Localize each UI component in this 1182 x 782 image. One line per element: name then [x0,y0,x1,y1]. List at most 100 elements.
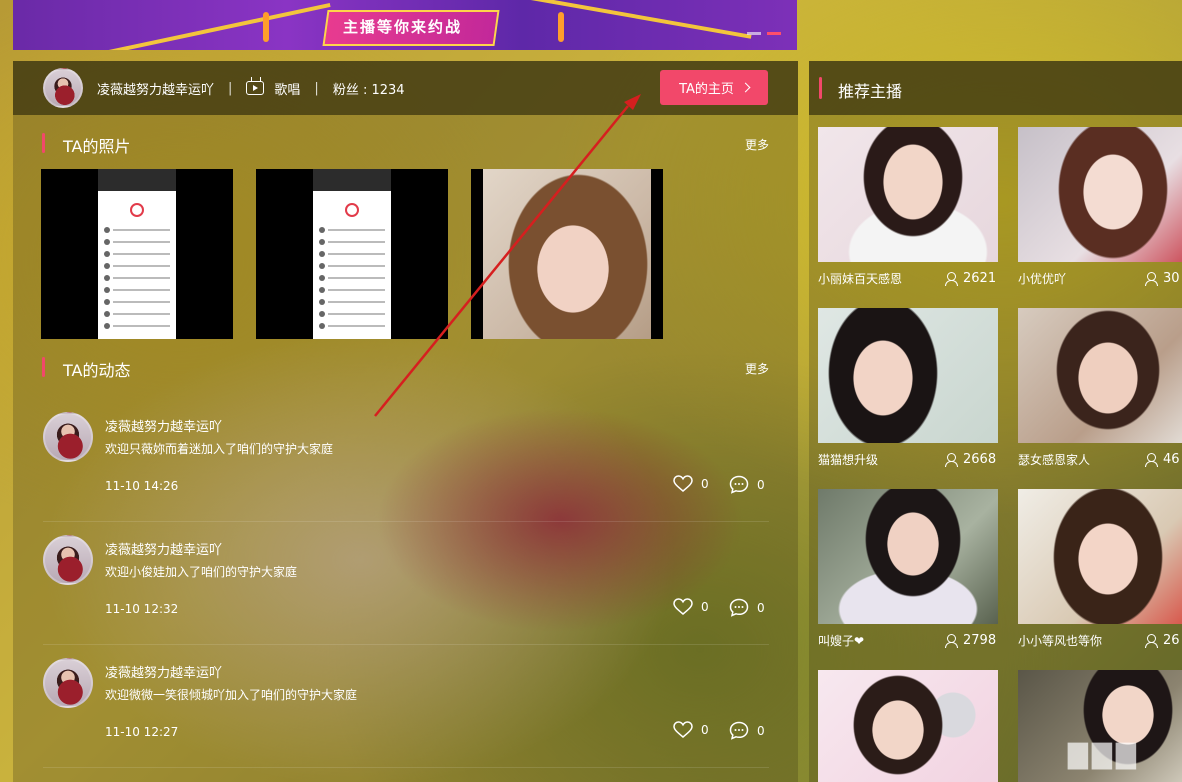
anchor-fans: 26 [1145,633,1180,648]
anchor-card[interactable]: 瑟女感恩家人 46 [1018,308,1182,467]
photo-thumbnail[interactable] [471,169,663,339]
anchor-fans: 2621 [945,271,996,286]
avatar[interactable] [43,658,93,708]
anchor-card[interactable]: 猫猫想升级 2668 [818,308,998,467]
profile-name: 凌薇越努力越幸运吖 [97,82,215,98]
feed-more-link[interactable]: 更多 [745,360,769,377]
feed-author[interactable]: 凌薇越努力越幸运吖 [105,662,222,681]
anchor-thumbnail [1018,308,1182,443]
anchor-fans: 2798 [945,633,996,648]
anchor-card[interactable]: 小优优吖 30 [1018,127,1182,286]
feed-author[interactable]: 凌薇越努力越幸运吖 [105,539,222,558]
section-marker [42,357,45,377]
anchor-card[interactable]: 叫嫂子❤ 2798 [818,489,998,648]
feed-message: 欢迎小俊娃加入了咱们的守护大家庭 [105,565,298,579]
divider: | [228,80,233,96]
homepage-button-label: TA的主页 [679,82,734,97]
anchor-name: 猫猫想升级 [818,453,879,467]
profile-header: 凌薇越努力越幸运吖 | 歌唱 | 粉丝 : 1234 TA的主页 [13,61,798,115]
fans-count: 2798 [963,633,997,648]
anchor-name: 瑟女感恩家人 [1018,453,1091,467]
recommend-title: 推荐主播 [838,82,903,101]
anchor-card[interactable]: 小丽妹百天感恩 2621 [818,127,998,286]
photo-thumbnail[interactable] [41,169,233,339]
photos-title: TA的照片 [63,137,131,156]
screenshot-image [98,169,176,339]
divider: | [314,80,319,96]
comment-button[interactable]: 0 [729,475,765,494]
feed-time: 11-10 12:32 [105,602,179,616]
photo-thumbnail[interactable] [256,169,448,339]
anchor-thumbnail [818,670,998,782]
comment-button[interactable]: 0 [729,721,765,740]
heart-icon [673,475,693,492]
photos-more-link[interactable]: 更多 [745,136,769,153]
avatar[interactable] [43,68,83,108]
anchor-fans: 30 [1145,271,1180,286]
user-icon [1145,272,1158,286]
user-icon [945,453,958,467]
anchor-thumbnail [818,308,998,443]
site-watermark: ▇▇▇ [1068,740,1140,770]
profile-fans: 粉丝 : 1234 [332,82,405,98]
anchor-thumbnail [818,127,998,262]
like-button[interactable]: 0 [673,598,709,616]
comment-count: 0 [757,600,765,615]
feed-item: 凌薇越努力越幸运吖 欢迎只薇妳而着迷加入了咱们的守护大家庭 11-10 14:2… [43,412,769,522]
feed-message: 欢迎只薇妳而着迷加入了咱们的守护大家庭 [105,442,334,456]
like-count: 0 [701,600,709,614]
anchor-thumbnail [1018,127,1182,262]
user-icon [1145,634,1158,648]
user-icon [945,272,958,286]
banner-decoration [558,12,564,42]
anchor-name: 小丽妹百天感恩 [818,272,903,286]
feed-item: 凌薇越努力越幸运吖 欢迎微微一笑很倾城吖加入了咱们的守护大家庭 11-10 12… [43,658,769,768]
anchor-name: 叫嫂子❤ [818,634,865,648]
banner-dot-active[interactable] [767,32,781,35]
like-button[interactable]: 0 [673,721,709,739]
comment-button[interactable]: 0 [729,598,765,617]
anchor-thumbnail [818,489,998,624]
comment-icon [729,721,749,740]
screenshot-image [313,169,391,339]
homepage-button[interactable]: TA的主页 [660,70,768,105]
banner-stripe [514,0,752,39]
photos-section-header: TA的照片 更多 [13,131,798,156]
feed-item: 凌薇越努力越幸运吖 欢迎小俊娃加入了咱们的守护大家庭 11-10 12:32 0… [43,535,769,645]
fans-count: 2668 [963,452,997,467]
like-count: 0 [701,477,709,491]
section-marker [819,77,822,99]
feed-title: TA的动态 [63,361,131,380]
comment-icon [729,475,749,494]
comment-count: 0 [757,723,765,738]
banner-pagination[interactable] [747,32,781,35]
heart-icon [673,721,693,738]
recommend-header: 推荐主播 [809,61,1182,115]
avatar[interactable] [43,535,93,585]
fans-count: 26 [1163,633,1180,648]
anchor-name: 小优优吖 [1018,272,1067,286]
feed-author[interactable]: 凌薇越努力越幸运吖 [105,416,222,435]
heart-icon [673,598,693,615]
anchor-name: 小小等风也等你 [1018,634,1103,648]
portrait-image [483,169,651,339]
feed-section-header: TA的动态 更多 [13,355,798,380]
banner-dot[interactable] [747,32,761,35]
anchor-card[interactable] [818,670,998,782]
photo-gallery [13,169,798,339]
anchor-card[interactable]: 小小等风也等你 26 [1018,489,1182,648]
top-banner[interactable]: 主播等你来约战 [13,0,797,50]
fans-count: 2621 [963,271,997,286]
comment-icon [729,598,749,617]
anchor-thumbnail [1018,489,1182,624]
user-icon [945,634,958,648]
profile-category: 歌唱 [274,82,301,98]
tv-icon [246,81,265,95]
comment-count: 0 [757,477,765,492]
avatar[interactable] [43,412,93,462]
fans-count: 30 [1163,271,1180,286]
like-button[interactable]: 0 [673,475,709,493]
feed-time: 11-10 14:26 [105,479,179,493]
chevron-right-icon [740,82,751,93]
anchor-profile-panel: 凌薇越努力越幸运吖 | 歌唱 | 粉丝 : 1234 TA的主页 TA的照片 更… [13,61,798,782]
